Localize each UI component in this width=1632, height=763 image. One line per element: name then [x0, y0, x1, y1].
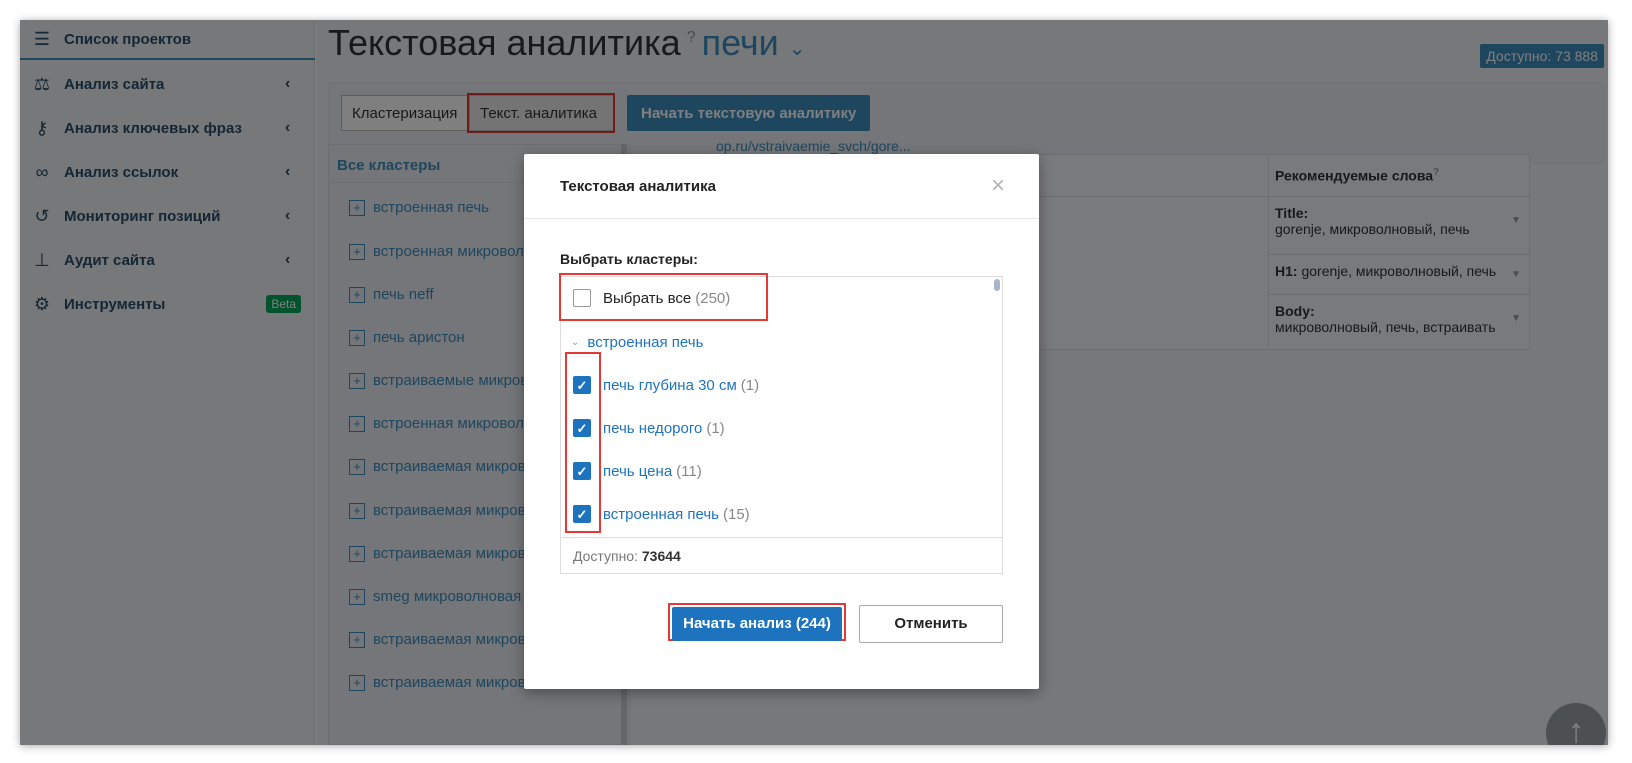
highlight-box [559, 273, 768, 321]
close-icon[interactable]: × [991, 172, 1005, 200]
chevron-down-icon[interactable]: ⌄ [571, 337, 579, 348]
choose-clusters-label: Выбрать кластеры: [560, 251, 698, 267]
item-label: печь недорого [603, 419, 703, 437]
modal-header: Текстовая аналитика × [524, 154, 1039, 219]
list-scrollbar[interactable] [994, 279, 1000, 291]
cancel-button[interactable]: Отменить [859, 605, 1003, 643]
item-count: (15) [723, 505, 750, 523]
item-count: (11) [676, 462, 702, 480]
app-window: ☰ Список проектов ⚖ Анализ сайта ‹ ⚷ Ана… [20, 20, 1608, 745]
modal-title: Текстовая аналитика [560, 178, 716, 195]
group-label: встроенная печь [587, 334, 704, 351]
text-analytics-modal: Текстовая аналитика × Выбрать кластеры: … [524, 154, 1039, 689]
footer-value: 73644 [641, 548, 681, 564]
item-label: печь глубина 30 см [603, 376, 737, 394]
start-analysis-button[interactable]: Начать анализ (244) [672, 607, 842, 641]
highlight-box [565, 352, 601, 533]
footer-label: Доступно: [573, 548, 638, 564]
item-label: встроенная печь [603, 505, 719, 523]
group-row[interactable]: ⌄ встроенная печь [571, 334, 703, 351]
item-count: (1) [740, 376, 760, 394]
item-label: печь цена [603, 462, 673, 480]
item-count: (1) [706, 419, 725, 437]
available-footer: Доступно: 73644 [561, 537, 1002, 573]
